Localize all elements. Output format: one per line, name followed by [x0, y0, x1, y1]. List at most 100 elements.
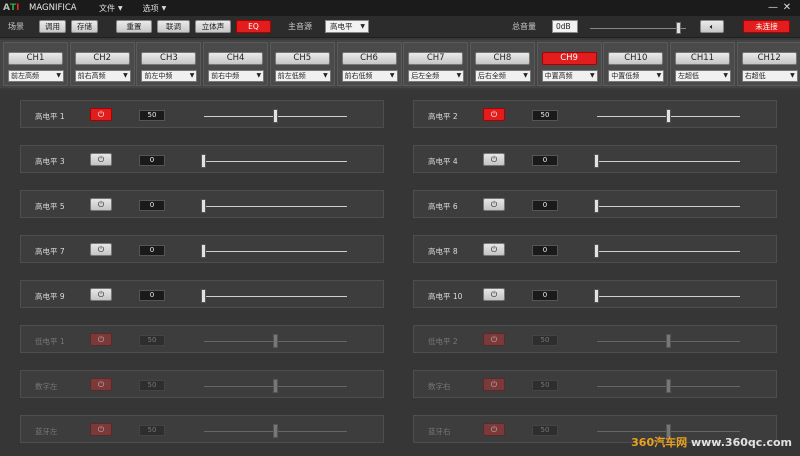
level-value-field[interactable]: 50 [532, 425, 558, 436]
level-slider-thumb[interactable] [201, 289, 206, 303]
channel-select-button[interactable]: CH12 [741, 52, 797, 65]
close-button[interactable]: ✕ [780, 1, 794, 15]
channel-assign-select[interactable]: 前左中频 ▼ [141, 70, 198, 82]
level-slider-thumb[interactable] [201, 154, 206, 168]
channel-select-button[interactable]: CH4 [208, 52, 264, 65]
reset-button[interactable]: 重置 [116, 20, 152, 33]
channel-select-button[interactable]: CH9 [541, 52, 597, 65]
level-slider-thumb[interactable] [665, 334, 671, 348]
level-value-field[interactable]: 0 [532, 245, 558, 256]
level-value-field[interactable]: 50 [532, 335, 558, 346]
speaker-button[interactable]: 🔈︎ [700, 20, 724, 33]
power-toggle-button[interactable]: ⏻ [90, 423, 112, 436]
level-value-field[interactable]: 0 [532, 155, 558, 166]
master-volume-slider-track[interactable] [590, 28, 686, 29]
channel-assign-select[interactable]: 后右全频 ▼ [474, 70, 531, 82]
power-toggle-button[interactable]: ⏻ [90, 243, 112, 256]
channel-assign-select[interactable]: 中置低频 ▼ [608, 70, 665, 82]
channel-assign-select[interactable]: 前左高频 ▼ [8, 70, 64, 82]
channel-select-button[interactable]: CH7 [408, 52, 464, 65]
level-value-field[interactable]: 50 [139, 380, 165, 391]
level-value-field[interactable]: 50 [532, 110, 558, 121]
level-slider-track[interactable] [204, 206, 347, 207]
channel-select-button[interactable]: CH3 [141, 52, 197, 65]
power-toggle-button[interactable]: ⏻ [90, 288, 112, 301]
power-toggle-button[interactable]: ⏻ [483, 243, 505, 256]
input-label: 高电平 10 [428, 292, 463, 301]
level-slider-thumb[interactable] [272, 334, 278, 348]
eq-button[interactable]: EQ [236, 20, 271, 33]
recall-button[interactable]: 调用 [39, 20, 66, 33]
level-slider-thumb[interactable] [272, 109, 278, 123]
level-value-field[interactable]: 50 [139, 335, 165, 346]
level-slider-thumb[interactable] [665, 379, 671, 393]
level-slider-thumb[interactable] [594, 244, 599, 258]
channel-assign-select[interactable]: 后左全频 ▼ [408, 70, 465, 82]
main-source-select[interactable]: 高电平 ▼ [325, 20, 369, 33]
input-label: 高电平 8 [428, 247, 458, 256]
menu-file[interactable]: 文件 ▼ [99, 3, 123, 14]
level-value-field[interactable]: 50 [139, 110, 165, 121]
level-slider-thumb[interactable] [201, 199, 206, 213]
level-value-field[interactable]: 50 [139, 425, 165, 436]
level-slider-thumb[interactable] [272, 379, 278, 393]
level-slider-track[interactable] [597, 161, 740, 162]
minimize-button[interactable]: — [766, 1, 780, 15]
channel-assign-select[interactable]: 前右中频 ▼ [208, 70, 265, 82]
level-slider-track[interactable] [597, 206, 740, 207]
power-toggle-button[interactable]: ⏻ [483, 378, 505, 391]
power-toggle-button[interactable]: ⏻ [483, 288, 505, 301]
level-slider-thumb[interactable] [272, 424, 278, 438]
level-slider-track[interactable] [204, 296, 347, 297]
power-toggle-button[interactable]: ⏻ [483, 153, 505, 166]
master-volume-slider-thumb[interactable] [676, 22, 681, 34]
level-slider-thumb[interactable] [594, 154, 599, 168]
level-value-field[interactable]: 0 [139, 245, 165, 256]
level-slider-thumb[interactable] [594, 289, 599, 303]
level-value-field[interactable]: 0 [139, 155, 165, 166]
level-slider-track[interactable] [597, 296, 740, 297]
level-value-field[interactable]: 0 [139, 200, 165, 211]
channel-assign-select[interactable]: 前右高频 ▼ [74, 70, 131, 82]
save-button[interactable]: 存储 [71, 20, 98, 33]
level-value-field[interactable]: 0 [532, 200, 558, 211]
channel-select-button[interactable]: CH5 [274, 52, 330, 65]
stereo-button[interactable]: 立体声 [195, 20, 231, 33]
level-slider-thumb[interactable] [594, 199, 599, 213]
channel-assign-select[interactable]: 前右低频 ▼ [341, 70, 398, 82]
power-toggle-button[interactable]: ⏻ [483, 198, 505, 211]
channel-assign-select[interactable]: 左超低 ▼ [675, 70, 731, 82]
power-toggle-button[interactable]: ⏻ [483, 423, 505, 436]
level-slider-track[interactable] [204, 251, 347, 252]
level-value-field[interactable]: 0 [532, 290, 558, 301]
level-slider-track[interactable] [204, 161, 347, 162]
power-toggle-button[interactable]: ⏻ [90, 108, 112, 121]
level-slider-thumb[interactable] [665, 109, 671, 123]
channel-assign-select[interactable]: 右超低 ▼ [741, 70, 798, 82]
link-button[interactable]: 联调 [157, 20, 190, 33]
level-value-field[interactable]: 50 [532, 380, 558, 391]
channel-select-button[interactable]: CH2 [74, 52, 130, 65]
power-toggle-button[interactable]: ⏻ [483, 108, 505, 121]
level-value-field[interactable]: 0 [139, 290, 165, 301]
level-slider-track[interactable] [597, 251, 740, 252]
power-toggle-button[interactable]: ⏻ [90, 333, 112, 346]
connect-status-button[interactable]: 未连接 [743, 20, 790, 33]
power-toggle-button[interactable]: ⏻ [90, 198, 112, 211]
menu-options[interactable]: 选项 ▼ [143, 3, 167, 14]
channel-select-button[interactable]: CH6 [341, 52, 397, 65]
channel-select-button[interactable]: CH1 [8, 52, 63, 65]
power-icon: ⏻ [490, 155, 498, 164]
level-slider-thumb[interactable] [201, 244, 206, 258]
input-label: 蓝牙左 [35, 427, 58, 436]
channel-assign-select[interactable]: 中置高频 ▼ [541, 70, 598, 82]
channel-select-button[interactable]: CH10 [608, 52, 664, 65]
power-toggle-button[interactable]: ⏻ [90, 153, 112, 166]
channel-strip: CH8 后右全频 ▼ [469, 42, 535, 86]
master-volume-value[interactable]: 0dB [552, 20, 578, 33]
channel-select-button[interactable]: CH11 [675, 52, 730, 65]
channel-select-button[interactable]: CH8 [474, 52, 530, 65]
power-toggle-button[interactable]: ⏻ [483, 333, 505, 346]
power-toggle-button[interactable]: ⏻ [90, 378, 112, 391]
channel-assign-select[interactable]: 前左低频 ▼ [274, 70, 331, 82]
